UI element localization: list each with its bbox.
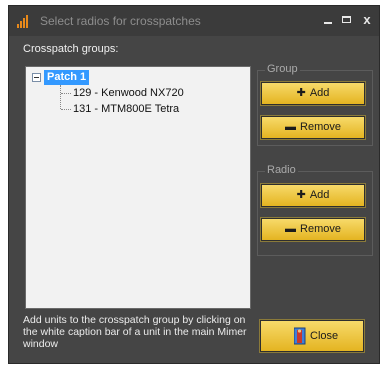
tree-collapse-icon[interactable] xyxy=(32,73,41,82)
radio-remove-label: Remove xyxy=(300,223,341,235)
tree-item-radio[interactable]: 131 - MTM800E Tetra xyxy=(73,103,179,115)
tree-connector xyxy=(61,109,71,110)
tree-connector xyxy=(61,93,71,94)
radio-add-button[interactable]: ✚ Add xyxy=(260,183,366,208)
group-box: Group ✚ Add ▬ Remove xyxy=(257,63,373,146)
minimize-button[interactable] xyxy=(319,11,337,29)
radio-box: Radio ✚ Add ▬ Remove xyxy=(257,164,373,256)
crosspatch-tree[interactable]: Patch 1 129 - Kenwood NX720 131 - MTM800… xyxy=(25,66,251,309)
minus-icon: ▬ xyxy=(285,121,297,133)
minimize-icon xyxy=(324,22,332,24)
close-label: Close xyxy=(310,330,339,342)
radio-box-title: Radio xyxy=(265,164,298,176)
radio-add-label: Add xyxy=(309,189,330,201)
minus-icon: ▬ xyxy=(285,223,297,235)
instruction-text: Add units to the crosspatch group by cli… xyxy=(23,314,247,350)
close-button[interactable]: Close xyxy=(259,319,365,353)
door-person-icon xyxy=(293,327,306,345)
dialog-window: Select radios for crosspatches x Crosspa… xyxy=(8,5,380,364)
crosspatch-groups-label: Crosspatch groups: xyxy=(23,43,119,55)
group-box-title: Group xyxy=(265,63,300,75)
group-remove-button[interactable]: ▬ Remove xyxy=(260,115,366,140)
group-add-button[interactable]: ✚ Add xyxy=(260,81,366,106)
tree-item-radio[interactable]: 129 - Kenwood NX720 xyxy=(73,87,184,99)
tree-connector xyxy=(60,85,61,109)
bar-chart-icon xyxy=(16,13,32,29)
tree-item-patch-1[interactable]: Patch 1 xyxy=(44,70,90,85)
group-remove-label: Remove xyxy=(300,121,341,133)
close-window-button[interactable]: x xyxy=(358,11,376,29)
plus-icon: ✚ xyxy=(296,87,306,99)
window-title: Select radios for crosspatches xyxy=(40,14,201,28)
maximize-button[interactable] xyxy=(338,11,356,29)
title-bar[interactable]: Select radios for crosspatches x xyxy=(9,6,379,36)
maximize-icon xyxy=(342,16,351,23)
radio-remove-button[interactable]: ▬ Remove xyxy=(260,217,366,242)
group-add-label: Add xyxy=(309,87,330,99)
plus-icon: ✚ xyxy=(296,189,306,201)
